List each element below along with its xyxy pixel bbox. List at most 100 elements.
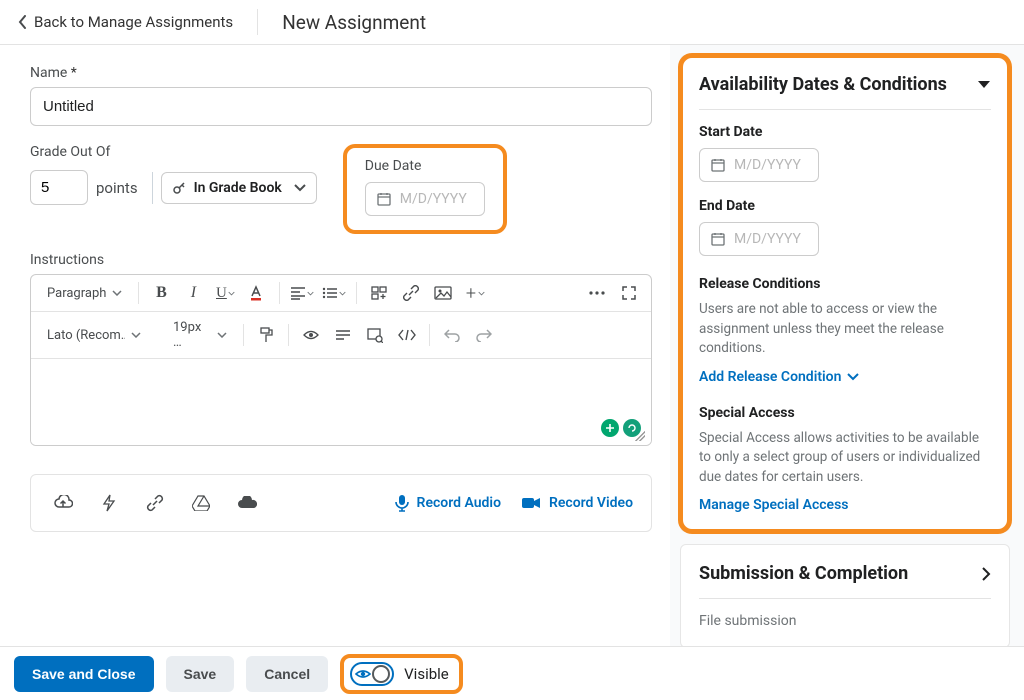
onedrive-button[interactable] [233,489,261,517]
toggle-knob [372,665,390,683]
quicklink-button[interactable] [95,489,123,517]
accessibility-checker-button[interactable] [297,321,325,349]
rte-toolbar-2: Lato (Recom… 19px … [31,312,651,359]
italic-button[interactable]: I [179,279,207,307]
rte-toolbar-1: Paragraph B I U + [31,275,651,312]
save-button[interactable]: Save [166,656,235,692]
name-label: Name * [30,65,652,81]
special-access-text: Special Access allows activities to be a… [699,429,991,488]
rich-text-editor: Paragraph B I U + Lato (Recom… [30,274,652,446]
cloud-upload-icon [53,495,73,511]
chevron-down-icon [847,373,859,381]
undo-button[interactable] [438,321,466,349]
visibility-highlight: Visible [340,654,463,694]
back-link[interactable]: Back to Manage Assignments [18,13,233,31]
ai-badge-1[interactable] [601,419,619,437]
word-count-button[interactable] [329,321,357,349]
start-date-input[interactable]: M/D/YYYY [699,148,819,182]
chevron-down-icon [217,332,227,338]
calendar-icon [710,231,726,247]
align-button[interactable] [288,279,316,307]
text-color-button[interactable] [243,279,271,307]
redo-button[interactable] [470,321,498,349]
insert-stuff-button[interactable] [365,279,393,307]
rte-font-family[interactable]: Lato (Recom… [39,324,149,347]
visibility-toggle[interactable] [350,662,394,686]
calendar-icon [710,157,726,173]
caret-down-icon [977,80,991,90]
chevron-left-icon [18,15,28,29]
chevron-down-icon [112,290,122,296]
record-video-button[interactable]: Record Video [521,495,633,511]
grade-separator [152,172,153,204]
insert-more-button[interactable]: + [461,279,489,307]
footer-bar: Save and Close Save Cancel Visible [0,646,1024,700]
google-drive-icon [192,495,210,511]
code-icon [398,329,416,341]
grade-input[interactable] [30,170,88,205]
attach-link-button[interactable] [141,489,169,517]
release-conditions-text: Users are not able to access or view the… [699,300,991,359]
release-conditions-title: Release Conditions [699,276,991,292]
end-date-input[interactable]: M/D/YYYY [699,222,819,256]
google-drive-button[interactable] [187,489,215,517]
insert-image-button[interactable] [429,279,457,307]
eye-icon [355,666,371,682]
gradebook-picker[interactable]: In Grade Book [161,172,317,204]
chevron-down-icon [131,332,141,338]
chevron-down-icon [478,291,485,296]
page-title: New Assignment [282,11,426,34]
special-access-title: Special Access [699,405,991,421]
bolt-icon [102,494,116,512]
start-date-label: Start Date [699,124,991,140]
bold-button[interactable]: B [147,279,175,307]
eye-check-icon [303,328,319,342]
manage-special-access-link[interactable]: Manage Special Access [699,497,849,513]
insert-stuff-icon [371,286,387,300]
availability-header[interactable]: Availability Dates & Conditions [699,74,991,95]
underline-button[interactable]: U [211,279,239,307]
preview-icon [367,327,383,343]
instructions-label: Instructions [30,252,652,268]
list-icon [322,286,338,300]
cancel-button[interactable]: Cancel [246,656,328,692]
text-color-icon [248,285,266,301]
page-header: Back to Manage Assignments New Assignmen… [0,0,1024,45]
microphone-icon [395,494,409,512]
availability-panel: Availability Dates & Conditions Start Da… [680,55,1010,532]
rte-font-size[interactable]: 19px … [165,316,235,354]
preview-button[interactable] [361,321,389,349]
key-icon [172,181,186,195]
onedrive-icon [237,496,257,510]
ai-badge-2[interactable] [623,419,641,437]
insert-link-button[interactable] [397,279,425,307]
record-audio-button[interactable]: Record Audio [395,494,501,512]
submission-header[interactable]: Submission & Completion [699,563,991,584]
format-painter-button[interactable] [252,321,280,349]
fullscreen-icon [622,286,636,300]
format-painter-icon [258,327,274,343]
chevron-down-icon [228,291,235,296]
save-and-close-button[interactable]: Save and Close [14,656,154,692]
add-release-condition-link[interactable]: Add Release Condition [699,369,859,385]
points-text: points [96,179,138,197]
more-actions-button[interactable] [583,279,611,307]
due-date-input[interactable]: M/D/YYYY [365,182,485,216]
image-icon [434,286,452,300]
name-input[interactable] [30,87,652,126]
undo-icon [444,328,460,342]
submission-subtitle: File submission [699,613,991,629]
link-icon [403,285,419,301]
rte-block-style[interactable]: Paragraph [39,282,130,305]
header-divider [257,9,258,35]
back-link-label: Back to Manage Assignments [34,13,233,31]
upload-cloud-button[interactable] [49,489,77,517]
fullscreen-button[interactable] [615,279,643,307]
link-icon [146,494,164,512]
list-button[interactable] [320,279,348,307]
rte-body[interactable] [31,359,651,445]
due-date-label: Due Date [365,158,485,174]
source-code-button[interactable] [393,321,421,349]
redo-icon [476,328,492,342]
media-bar: Record Audio Record Video [30,474,652,532]
